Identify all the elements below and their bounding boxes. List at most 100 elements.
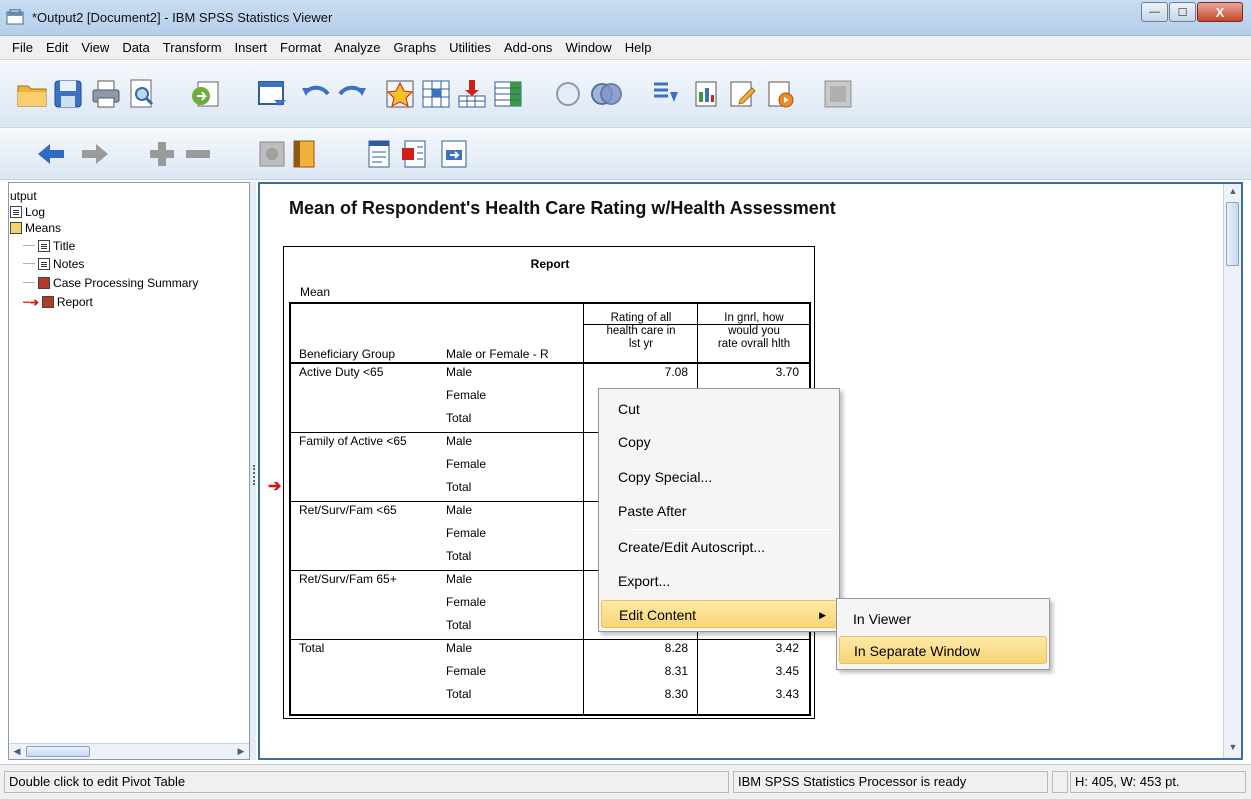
show-icon[interactable]: [256, 138, 288, 170]
submenu-arrow-icon: ▶: [819, 610, 826, 620]
menu-item-in-separate-window[interactable]: In Separate Window: [839, 636, 1047, 664]
menu-analyze[interactable]: Analyze: [328, 40, 387, 55]
select-cases-icon[interactable]: [552, 78, 584, 110]
collapse-icon[interactable]: [182, 138, 214, 170]
goto-data-icon[interactable]: [384, 78, 416, 110]
row-sex-cell: Female: [446, 526, 487, 540]
row-group-cell: Ret/Surv/Fam <65: [299, 503, 397, 517]
outline-item-label: Case Processing Summary: [53, 276, 199, 290]
close-button[interactable]: X: [1197, 2, 1243, 22]
print-preview-icon[interactable]: [126, 78, 158, 110]
outline-item-title[interactable]: ┄┄ Title: [23, 239, 75, 253]
insert-heading-icon[interactable]: [364, 138, 396, 170]
menu-utilities[interactable]: Utilities: [443, 40, 498, 55]
menu-view[interactable]: View: [75, 40, 116, 55]
menu-item-paste-after[interactable]: Paste After: [601, 497, 837, 525]
output-heading: Mean of Respondent's Health Care Rating …: [289, 198, 836, 218]
export-icon[interactable]: [190, 78, 222, 110]
tree-connector: ┄┄: [23, 258, 36, 270]
selected-arrow-icon: ┄➔: [23, 296, 39, 309]
title-bar: *Output2 [Document2] - IBM SPSS Statisti…: [0, 0, 1251, 36]
outline-item-notes[interactable]: ┄┄ Notes: [23, 257, 84, 271]
header-separator: [291, 362, 809, 364]
forward-icon[interactable]: [78, 138, 110, 170]
tree-connector: ┄┄: [23, 277, 36, 289]
outline-item-means[interactable]: Means: [10, 221, 61, 235]
row-sex-cell: Total: [446, 411, 472, 425]
row-sex-cell: Female: [446, 664, 487, 678]
goto-variable-icon[interactable]: [456, 78, 488, 110]
scrollbar-thumb[interactable]: [1226, 202, 1239, 266]
menu-item-edit-content[interactable]: Edit Content ▶: [601, 600, 837, 628]
menu-item-autoscript[interactable]: Create/Edit Autoscript...: [601, 533, 837, 561]
menu-separator: [627, 529, 835, 530]
goto-case-icon[interactable]: [420, 78, 452, 110]
menu-window[interactable]: Window: [559, 40, 618, 55]
outline-toolbar: [0, 128, 1251, 180]
scrollbar-thumb[interactable]: [26, 746, 90, 757]
value-cell-rating: 8.28: [664, 641, 688, 655]
log-icon: [10, 206, 22, 218]
inactive-icon[interactable]: [822, 78, 854, 110]
menu-data[interactable]: Data: [116, 40, 156, 55]
outline-item-log[interactable]: Log: [10, 205, 45, 219]
value-cell-rating: 8.31: [664, 664, 688, 678]
row-sex-cell: Male: [446, 503, 473, 517]
outline-horizontal-scrollbar[interactable]: ◀ ▶: [9, 743, 249, 759]
minimize-button[interactable]: —: [1141, 2, 1168, 22]
insert-title-icon[interactable]: [400, 138, 432, 170]
recall-dialog-icon[interactable]: [256, 78, 288, 110]
column-header-line: health care in: [606, 325, 676, 337]
menu-format[interactable]: Format: [274, 40, 328, 55]
row-sex-cell: Male: [446, 641, 473, 655]
scroll-right-icon[interactable]: ▶: [234, 746, 248, 758]
hide-icon[interactable]: [288, 138, 320, 170]
scroll-left-icon[interactable]: ◀: [10, 746, 24, 758]
notes-icon: [38, 258, 51, 270]
row-sex-cell: Female: [446, 595, 487, 609]
menu-transform[interactable]: Transform: [157, 40, 229, 55]
value-cell-rating: 7.08: [664, 365, 688, 379]
back-icon[interactable]: [36, 138, 68, 170]
splitter-grip[interactable]: [253, 465, 255, 485]
outline-item-report[interactable]: ┄➔ Report: [23, 295, 93, 309]
save-icon[interactable]: [52, 78, 84, 110]
print-icon[interactable]: [90, 78, 122, 110]
menu-item-export[interactable]: Export...: [601, 567, 837, 595]
menu-item-copy[interactable]: Copy: [601, 428, 837, 456]
menu-item-in-viewer[interactable]: In Viewer: [839, 605, 1047, 633]
scroll-down-icon[interactable]: ▼: [1226, 742, 1240, 756]
menu-edit[interactable]: Edit: [40, 40, 75, 55]
menu-file[interactable]: File: [6, 40, 40, 55]
redo-icon[interactable]: [336, 78, 368, 110]
insert-text-icon[interactable]: [438, 138, 470, 170]
open-folder-icon[interactable]: [16, 78, 48, 110]
expand-icon[interactable]: [146, 138, 178, 170]
variables-icon[interactable]: [492, 78, 524, 110]
column-header-health: In gnrl, how would you rate ovrall hlth: [699, 312, 809, 351]
menu-insert[interactable]: Insert: [229, 40, 275, 55]
row-group-cell: Total: [299, 641, 325, 655]
undo-icon[interactable]: [300, 78, 332, 110]
script-icon[interactable]: [764, 78, 796, 110]
menu-item-cut[interactable]: Cut: [601, 395, 837, 423]
menu-help[interactable]: Help: [619, 40, 659, 55]
menu-graphs[interactable]: Graphs: [387, 40, 443, 55]
maximize-button[interactable]: ☐: [1169, 2, 1196, 22]
scroll-up-icon[interactable]: ▲: [1226, 186, 1240, 200]
weight-cases-icon[interactable]: [590, 78, 622, 110]
split-file-icon[interactable]: [650, 78, 682, 110]
outline-item-case-processing-summary[interactable]: ┄┄ Case Processing Summary: [23, 276, 198, 290]
content-vertical-scrollbar[interactable]: ▲ ▼: [1223, 184, 1241, 758]
menu-bar: File Edit View Data Transform Insert For…: [0, 36, 1251, 60]
group-separator: [291, 639, 809, 640]
value-labels-icon[interactable]: [690, 78, 722, 110]
designate-window-icon[interactable]: [726, 78, 758, 110]
menu-addons[interactable]: Add-ons: [498, 40, 559, 55]
row-sex-cell: Female: [446, 457, 487, 471]
row-header-beneficiary-group: Beneficiary Group: [299, 347, 396, 361]
outline-root[interactable]: utput: [10, 189, 37, 203]
row-header-sex: Male or Female - R: [446, 347, 549, 361]
menu-item-copy-special[interactable]: Copy Special...: [601, 463, 837, 491]
table-icon: [41, 296, 54, 308]
